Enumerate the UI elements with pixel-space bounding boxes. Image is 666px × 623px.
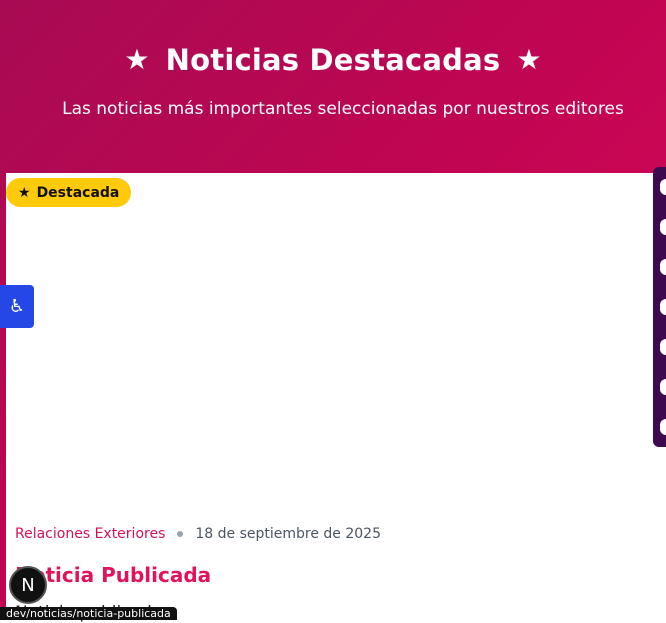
youtube-icon[interactable] xyxy=(660,299,666,315)
featured-badge: ★ Destacada xyxy=(6,178,132,207)
telegram-icon[interactable] xyxy=(660,339,666,355)
hero-title-text: Noticias Destacadas xyxy=(165,43,501,77)
nextjs-dev-indicator[interactable]: N xyxy=(9,566,47,604)
instagram-icon[interactable] xyxy=(660,419,666,435)
page-title: ★ Noticias Destacadas ★ xyxy=(0,43,666,77)
x-icon[interactable] xyxy=(660,259,666,275)
badge-label: Destacada xyxy=(36,184,120,201)
featured-news-card[interactable]: ★ Destacada Relaciones Exteriores 18 de … xyxy=(6,173,666,623)
star-icon: ★ xyxy=(516,43,542,76)
link-icon[interactable] xyxy=(660,379,666,395)
star-icon: ★ xyxy=(18,184,31,201)
category-link[interactable]: Relaciones Exteriores xyxy=(15,526,165,542)
accessibility-button[interactable]: ♿ xyxy=(0,285,34,328)
social-share-bar xyxy=(653,167,666,447)
status-bar-url: dev/noticias/noticia-publicada xyxy=(0,607,177,620)
star-icon: ★ xyxy=(124,43,150,76)
accessibility-icon: ♿ xyxy=(8,296,26,317)
publish-date: 18 de septiembre de 2025 xyxy=(195,526,381,542)
hero-subtitle: Las noticias más importantes seleccionad… xyxy=(62,99,624,119)
facebook-icon[interactable] xyxy=(660,219,666,235)
article-meta: Relaciones Exteriores 18 de septiembre d… xyxy=(15,526,381,542)
whatsapp-icon[interactable] xyxy=(660,179,666,195)
separator-dot xyxy=(177,531,184,537)
